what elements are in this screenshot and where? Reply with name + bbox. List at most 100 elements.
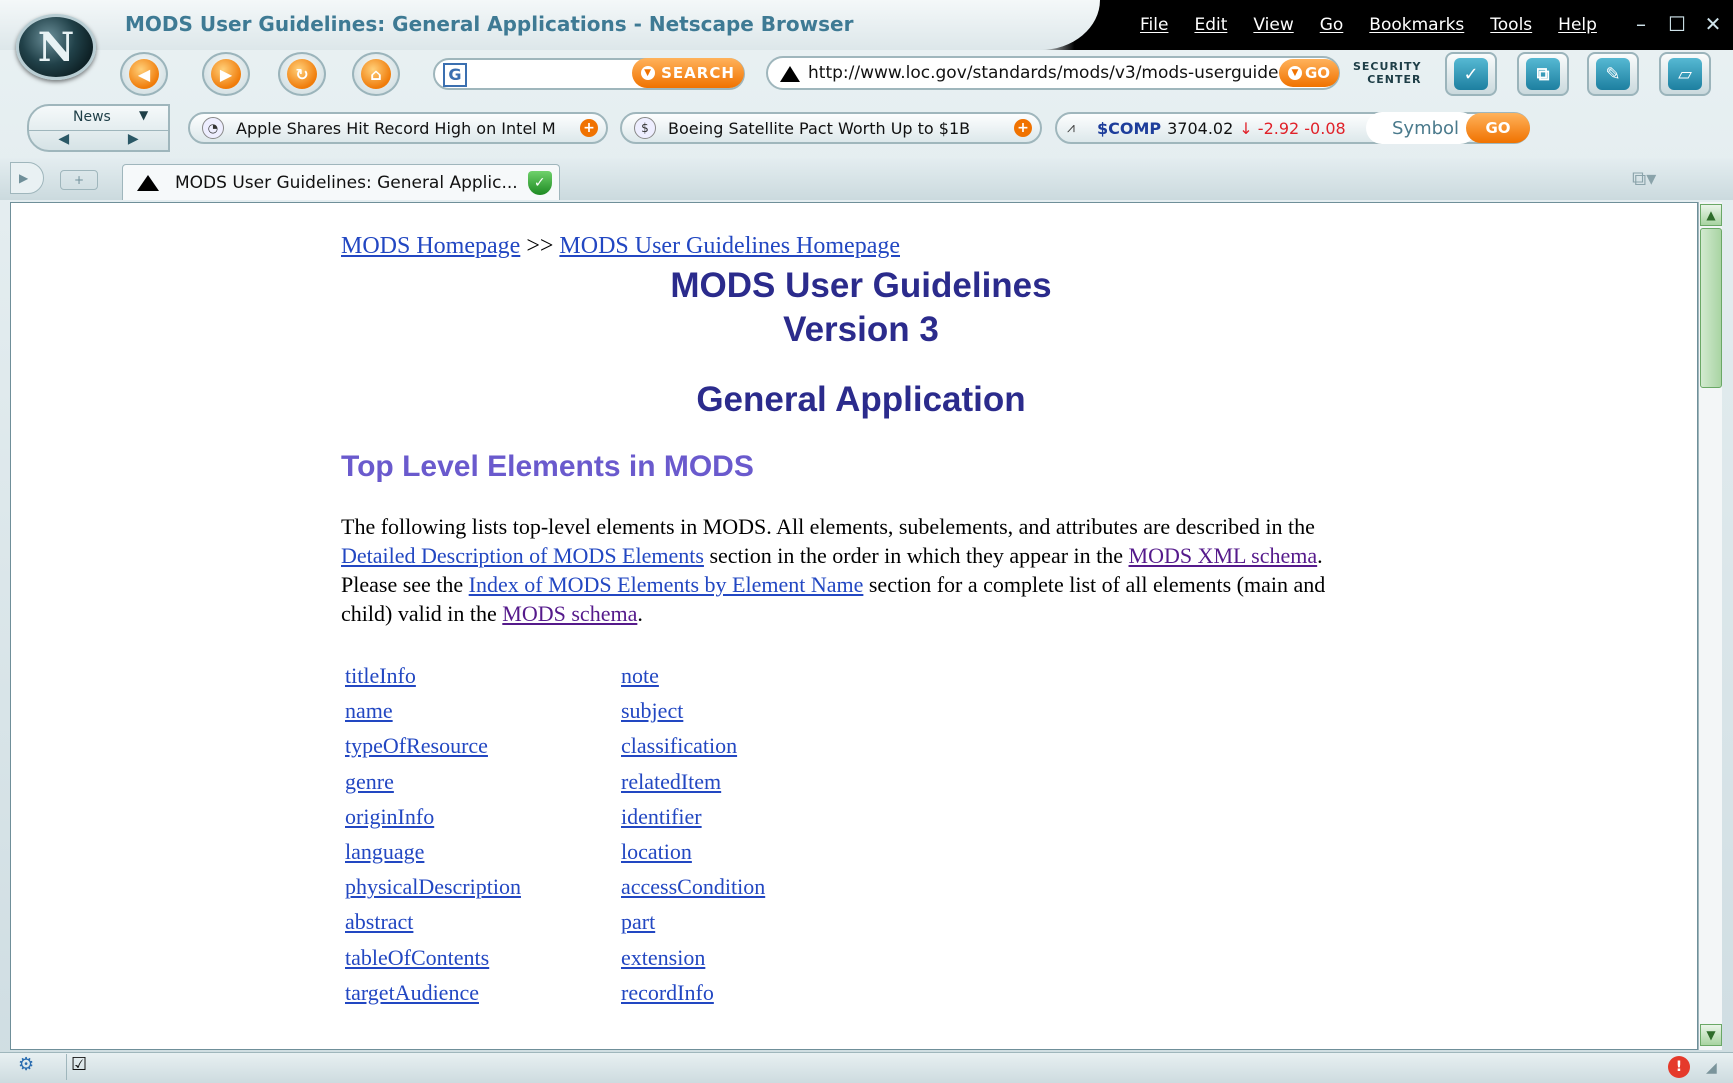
mods-xml-schema-link[interactable]: MODS XML schema (1129, 543, 1318, 568)
url-field[interactable]: http://www.loc.gov/standards/mods/v3/mod… (766, 56, 1340, 90)
close-icon[interactable]: ✕ (1703, 12, 1723, 36)
element-link[interactable]: classification (617, 728, 917, 763)
guidelines-homepage-link[interactable]: MODS User Guidelines Homepage (559, 233, 900, 259)
menu-edit[interactable]: Edit (1194, 15, 1227, 35)
element-link[interactable]: tableOfContents (341, 940, 617, 975)
sidebar-toggle-button[interactable]: ▶ (10, 162, 44, 194)
news-nav: ◀ ▶ (29, 130, 168, 150)
globe-icon: ◔ (202, 117, 224, 139)
news-ticker-1[interactable]: ◔ Apple Shares Hit Record High on Intel … (188, 112, 608, 144)
element-link[interactable]: relatedItem (617, 764, 917, 799)
back-button[interactable]: ◀ (120, 52, 168, 96)
scroll-thumb[interactable] (1700, 228, 1722, 388)
menu-help[interactable]: Help (1558, 15, 1597, 35)
tab-mods-guidelines[interactable]: MODS User Guidelines: General Applic... … (122, 164, 560, 200)
intro-text: The following lists top-level elements i… (341, 514, 1315, 539)
scroll-up-icon[interactable]: ▲ (1700, 204, 1722, 226)
mods-homepage-link[interactable]: MODS Homepage (341, 233, 520, 259)
page-subtitle: General Application (696, 380, 1026, 419)
window-title: MODS User Guidelines: General Applicatio… (125, 12, 854, 36)
symbol-input[interactable]: Symbol (1366, 112, 1476, 144)
symbol-go-label: GO (1485, 119, 1511, 137)
element-link[interactable]: extension (617, 940, 917, 975)
shield-check-icon: ✓ (527, 170, 552, 195)
network-status-icon[interactable]: ⚙ (18, 1054, 48, 1080)
element-link[interactable]: genre (341, 764, 617, 799)
shield-check-icon: ✓ (1454, 58, 1488, 90)
resize-grip-icon[interactable]: ◢ (1706, 1060, 1726, 1080)
element-link[interactable]: subject (617, 693, 917, 728)
form-fill-button[interactable]: ✎ (1587, 52, 1639, 96)
element-link[interactable]: identifier (617, 799, 917, 834)
minimize-icon[interactable]: – (1631, 12, 1651, 36)
news-next-icon[interactable]: ▶ (128, 131, 139, 150)
menu-tools[interactable]: Tools (1490, 15, 1532, 35)
element-link[interactable]: targetAudience (341, 975, 617, 1010)
symbol-go-button[interactable]: GO (1466, 113, 1530, 143)
intro-paragraph: The following lists top-level elements i… (341, 512, 1361, 628)
spellcheck-icon[interactable]: ☑ (66, 1054, 94, 1080)
tab-list-icon[interactable]: ⧉▾ (1632, 166, 1698, 192)
add-icon[interactable]: + (580, 119, 598, 137)
element-link[interactable]: note (617, 658, 917, 693)
tab-label: MODS User Guidelines: General Applic... (175, 172, 518, 193)
detailed-description-link[interactable]: Detailed Description of MODS Elements (341, 543, 704, 568)
menu-file[interactable]: File (1140, 15, 1168, 35)
news-widget[interactable]: News ▼ ◀ ▶ (27, 104, 170, 152)
chevron-down-icon[interactable]: ▼ (139, 108, 148, 122)
money-icon: $ (634, 117, 656, 139)
element-link[interactable]: name (341, 693, 617, 728)
elements-column-1: titleInfo name typeOfResource genre orig… (341, 658, 617, 1010)
browser-window: MODS User Guidelines: General Applicatio… (0, 0, 1733, 1083)
stock-symbol: $COMP (1097, 118, 1162, 138)
menu-bookmarks[interactable]: Bookmarks (1369, 15, 1464, 35)
site-icon (780, 66, 800, 82)
element-link[interactable]: accessCondition (617, 869, 917, 904)
forward-button[interactable]: ▶ (202, 52, 250, 96)
site-icon (137, 174, 159, 191)
maximize-icon[interactable]: ☐ (1667, 12, 1687, 36)
title-bar: MODS User Guidelines: General Applicatio… (0, 0, 1733, 50)
search-button-label: SEARCH (661, 64, 735, 82)
index-elements-link[interactable]: Index of MODS Elements by Element Name (469, 572, 864, 597)
page-content: MODS Homepage >> MODS User Guidelines Ho… (341, 233, 1381, 1010)
elements-column-2: note subject classification relatedItem … (617, 658, 917, 1010)
element-link[interactable]: abstract (341, 904, 617, 939)
menu-view[interactable]: View (1253, 15, 1293, 35)
page-version: Version 3 (783, 310, 939, 349)
element-link[interactable]: recordInfo (617, 975, 917, 1010)
search-engine-icon[interactable]: G (443, 63, 467, 87)
search-button[interactable]: ▼ SEARCH (632, 58, 744, 88)
clear-data-button[interactable]: ▱ (1659, 52, 1711, 96)
elements-list: titleInfo name typeOfResource genre orig… (341, 658, 1381, 1010)
window-controls: – ☐ ✕ (1631, 12, 1723, 36)
vertical-scrollbar[interactable]: ▲ ▼ (1698, 202, 1722, 1050)
url-text[interactable]: http://www.loc.gov/standards/mods/v3/mod… (808, 63, 1286, 83)
new-tab-button[interactable]: + (60, 170, 98, 190)
news-label: News (73, 109, 111, 125)
news-ticker-2[interactable]: $ Boeing Satellite Pact Worth Up to $1B … (620, 112, 1042, 144)
netscape-logo-icon[interactable]: N (16, 14, 96, 80)
element-link[interactable]: part (617, 904, 917, 939)
url-go-button[interactable]: ▼ GO (1279, 59, 1339, 87)
go-label: GO (1304, 64, 1331, 82)
security-label-line2: CENTER (1367, 73, 1422, 86)
alert-icon[interactable]: ! (1668, 1056, 1690, 1078)
security-shield-button[interactable]: ✓ (1445, 52, 1497, 96)
ticker-2-text: Boeing Satellite Pact Worth Up to $1B (668, 118, 971, 138)
element-link[interactable]: location (617, 834, 917, 869)
menu-go[interactable]: Go (1320, 15, 1344, 35)
element-link[interactable]: physicalDescription (341, 869, 617, 904)
popup-blocker-button[interactable]: ⧉ (1517, 52, 1569, 96)
element-link[interactable]: language (341, 834, 617, 869)
add-icon[interactable]: + (1014, 119, 1032, 137)
home-button[interactable]: ⌂ (352, 52, 400, 96)
scroll-down-icon[interactable]: ▼ (1700, 1024, 1722, 1046)
mods-schema-link[interactable]: MODS schema (502, 601, 637, 626)
news-prev-icon[interactable]: ◀ (58, 131, 69, 150)
element-link[interactable]: titleInfo (341, 658, 617, 693)
element-link[interactable]: typeOfResource (341, 728, 617, 763)
element-link[interactable]: originInfo (341, 799, 617, 834)
security-center-label[interactable]: SECURITY CENTER (1353, 60, 1421, 86)
reload-button[interactable]: ↻ (278, 52, 326, 96)
